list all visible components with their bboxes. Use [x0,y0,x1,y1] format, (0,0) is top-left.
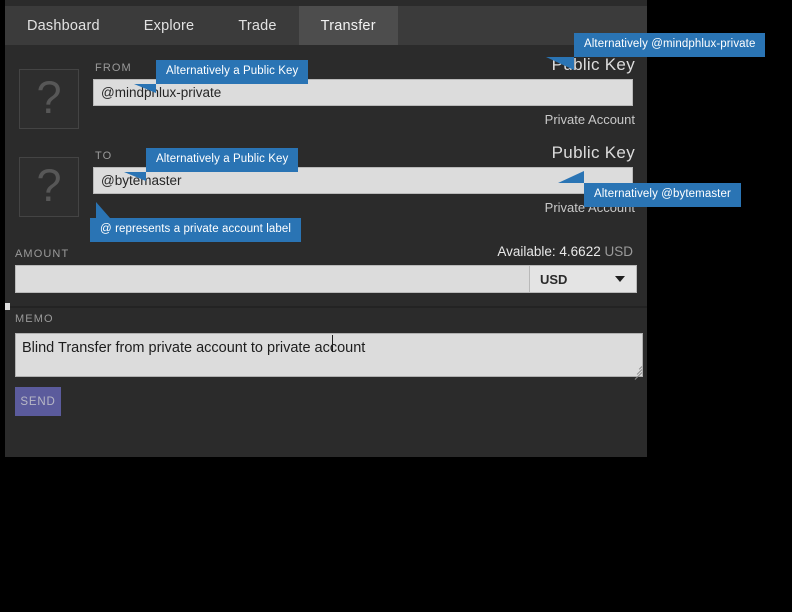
callout-tail [124,171,146,181]
callout-text: @ represents a private account label [100,223,292,235]
memo-label: MEMO [15,313,54,325]
callout-tail [96,202,110,218]
memo-textarea[interactable] [15,333,643,377]
currency-select-value: USD [540,271,568,287]
currency-select[interactable]: USD [529,265,637,293]
chevron-down-icon [615,276,625,282]
callout-tail [558,171,584,183]
tab-explore[interactable]: Explore [122,6,217,45]
to-account-type: Private Account [544,200,635,215]
divider-nub [5,303,10,310]
question-mark-icon: ? [36,159,62,211]
callout-from-alternative-account: Alternatively @mindphlux-private [546,33,766,70]
from-label: FROM [95,62,132,74]
callout-to-public-key: Alternatively a Public Key [124,148,299,181]
to-label: TO [95,150,113,162]
amount-input-group: USD [15,265,637,293]
callout-text: Alternatively a Public Key [166,65,299,77]
tab-dashboard[interactable]: Dashboard [5,6,122,45]
callout-text: Alternatively @bytemaster [594,188,731,200]
amount-row: AMOUNT Available: 4.6622 USD USD [5,241,647,296]
question-mark-icon: ? [36,71,62,123]
callout-text: Alternatively @mindphlux-private [584,38,756,50]
screenshot-root: Dashboard Explore Trade Transfer ? FROM … [0,0,792,612]
callout-tail [546,56,574,70]
available-balance-unit: USD [604,244,633,259]
available-balance-value: Available: 4.6622 [497,244,601,259]
amount-label: AMOUNT [15,248,70,260]
main-tab-bar: Dashboard Explore Trade Transfer [5,6,647,45]
send-button[interactable]: SEND [15,387,61,416]
to-avatar-placeholder: ? [19,157,79,217]
callout-to-alternative-account: Alternatively @bytemaster [558,171,741,207]
section-divider [5,306,647,308]
amount-input[interactable] [15,265,529,293]
from-avatar-placeholder: ? [19,69,79,129]
tab-transfer[interactable]: Transfer [298,6,398,45]
tab-trade[interactable]: Trade [216,6,298,45]
callout-tail [134,83,156,93]
text-cursor [332,335,333,352]
from-account-type: Private Account [544,112,635,127]
callout-from-public-key: Alternatively a Public Key [134,60,309,93]
callout-text: Alternatively a Public Key [156,153,289,165]
to-public-key-label: Public Key [551,143,635,162]
transfer-form: ? FROM Public Key Private Account ? [5,45,647,457]
callout-at-symbol-explanation: @ represents a private account label [90,202,302,242]
available-balance: Available: 4.6622 USD [497,244,633,259]
